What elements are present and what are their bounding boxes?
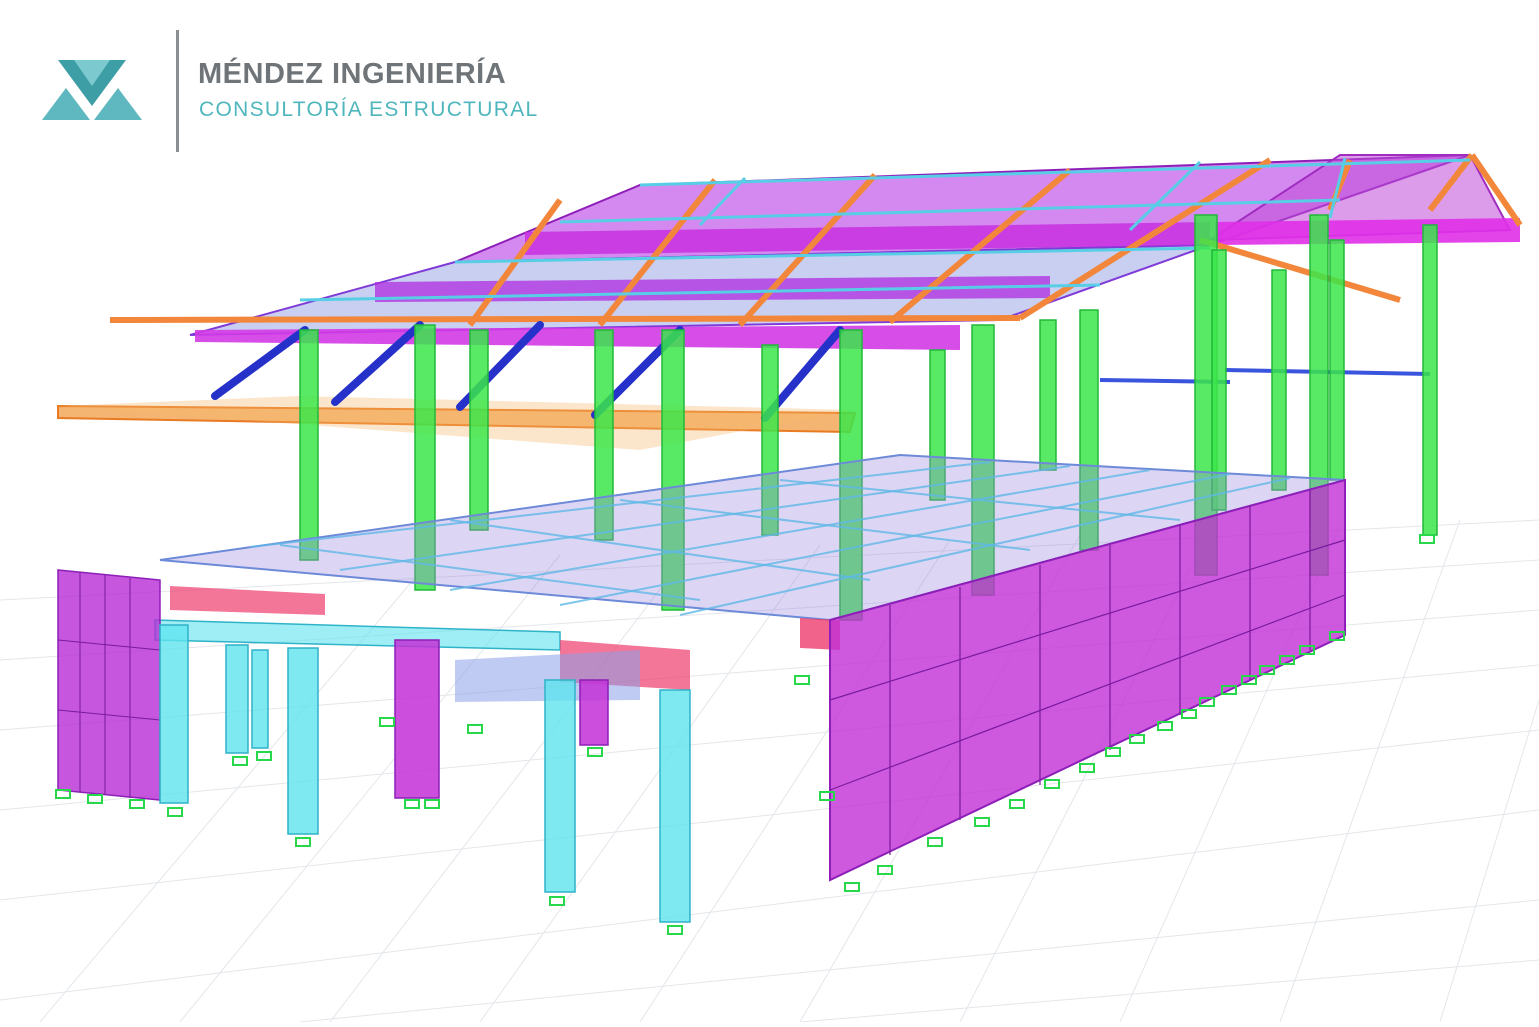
right-eave-band [1215,218,1520,245]
canopy-top-plane [58,396,855,450]
tie-beams [1099,368,1431,384]
brand-tagline: CONSULTORÍA ESTRUCTURAL [199,98,539,121]
model-viewport[interactable]: MÉNDEZ INGENIERÍA CONSULTORÍA ESTRUCTURA… [0,0,1539,1023]
triangles-m-logo-icon [42,60,142,120]
brand-name: MÉNDEZ INGENIERÍA [198,58,507,90]
left-wall [57,569,161,801]
brand-header: MÉNDEZ INGENIERÍA CONSULTORÍA ESTRUCTURA… [0,0,560,160]
brand-divider [176,30,179,152]
